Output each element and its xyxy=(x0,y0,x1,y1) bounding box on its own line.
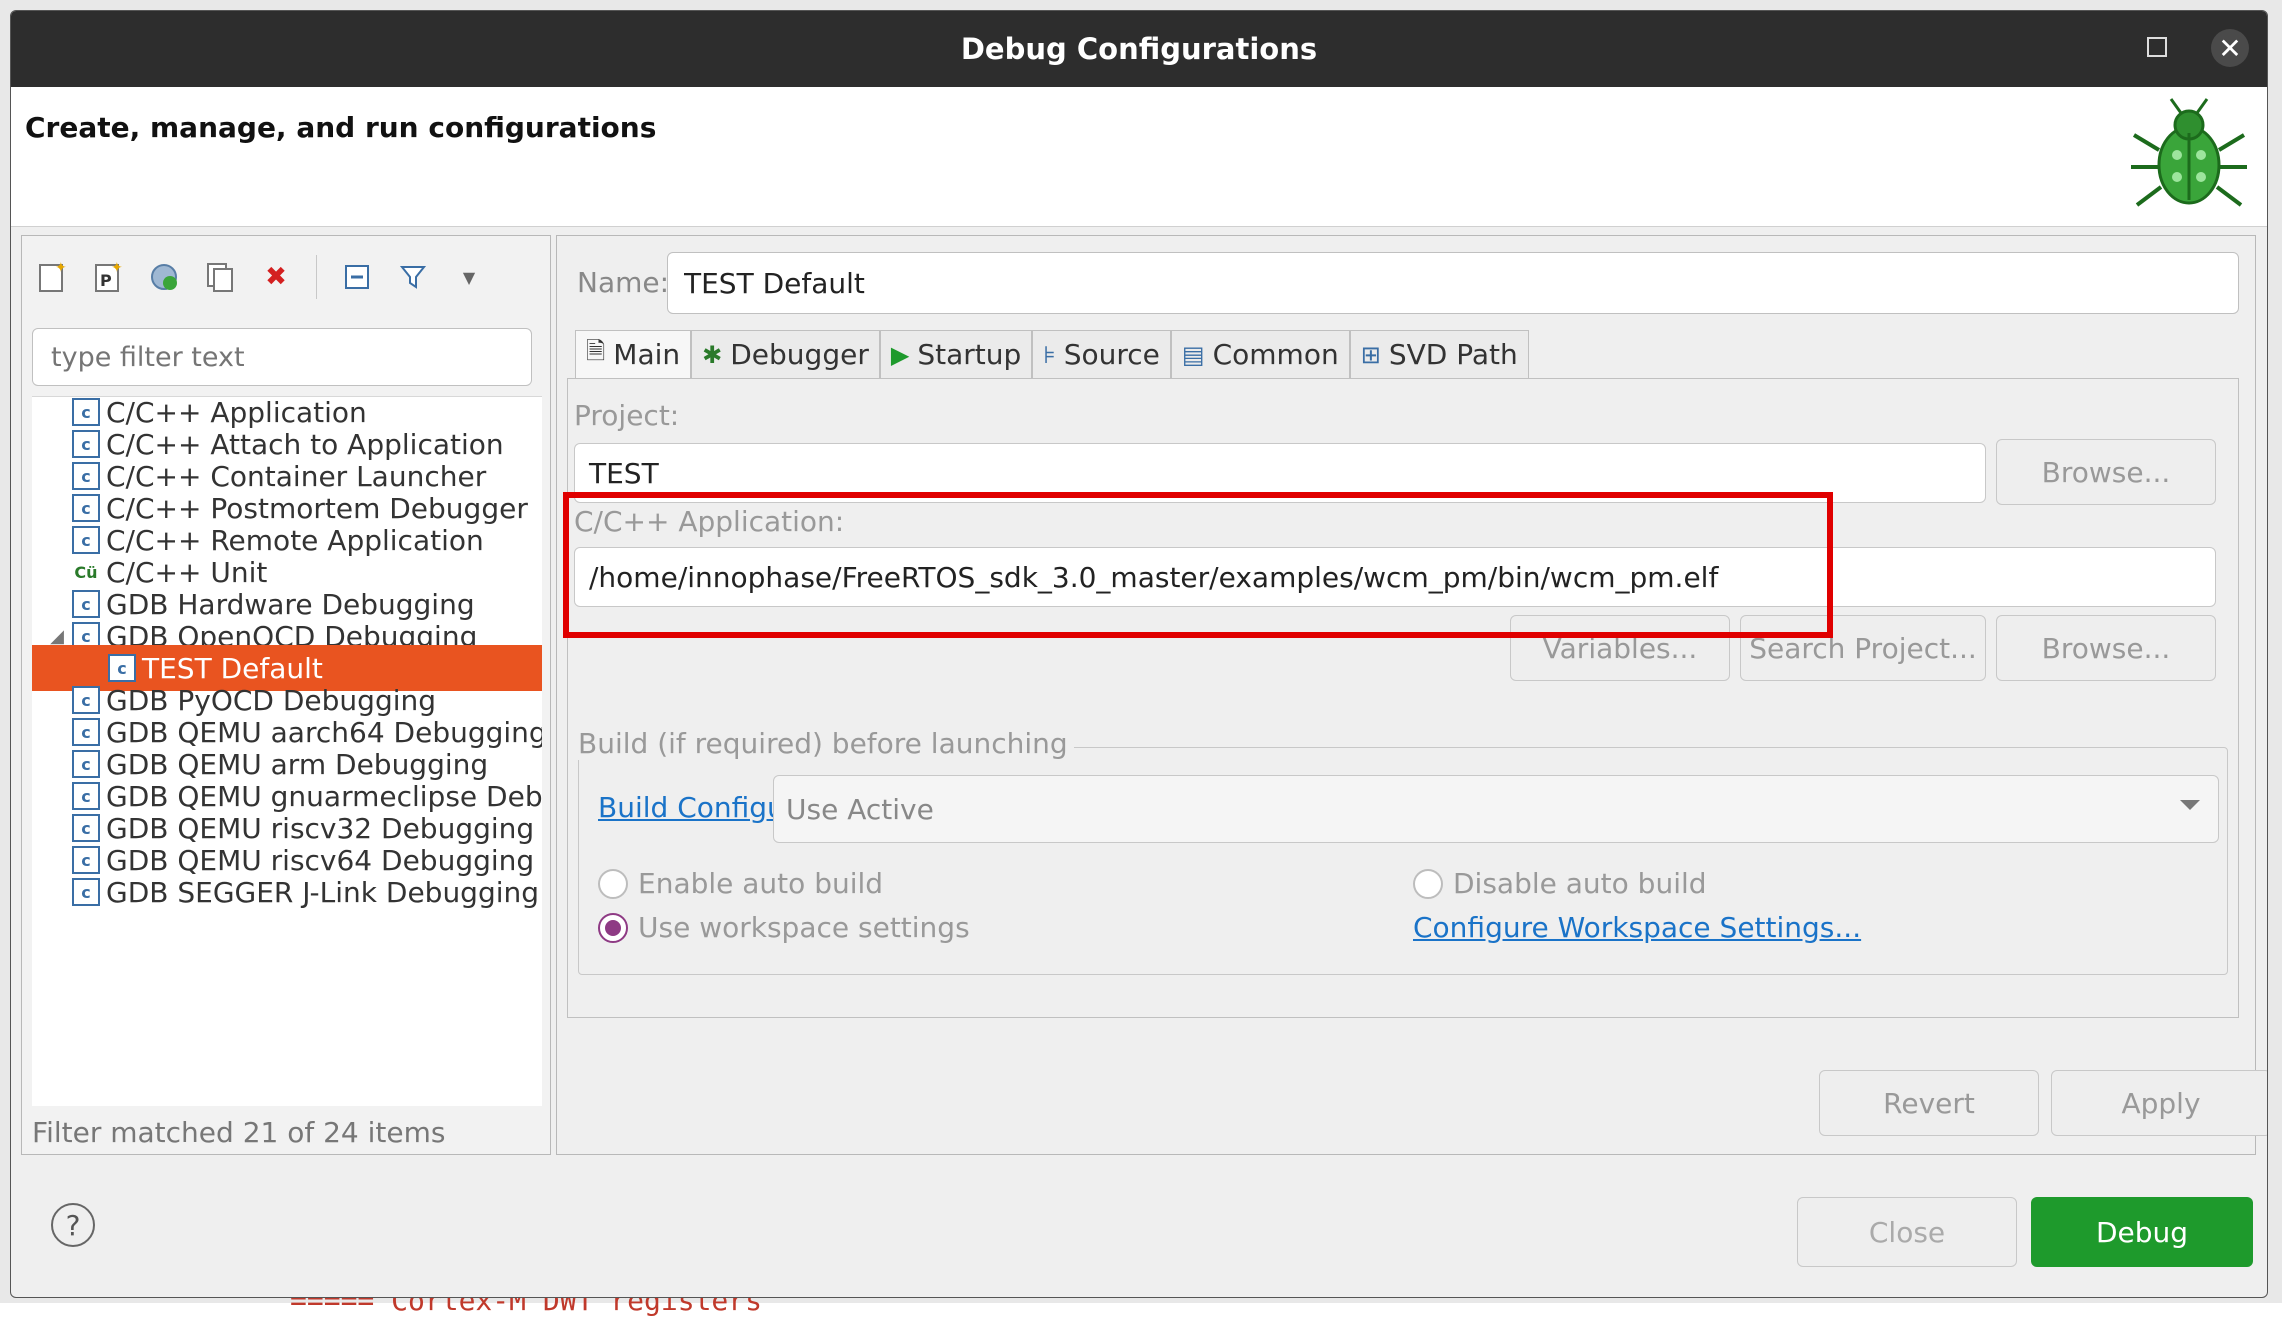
application-browse-button[interactable]: Browse... xyxy=(1996,615,2216,681)
dialog-header: Create, manage, and run configurations xyxy=(11,87,2267,227)
radio-icon xyxy=(598,868,628,899)
config-tabs: 🗎 Main ✱ Debugger ▶ Startup ⊧ Source ▤ Common… xyxy=(575,330,1529,378)
tree-item-gdb-segger-jlink[interactable]: c GDB SEGGER J-Link Debugging xyxy=(32,869,542,915)
chevron-down-icon xyxy=(2180,800,2200,810)
close-button[interactable]: Close xyxy=(1797,1197,2017,1267)
tab-common[interactable]: ▤ Common xyxy=(1170,330,1350,378)
svg-text:✦: ✦ xyxy=(111,260,123,276)
window-title: Debug Configurations xyxy=(960,32,1318,66)
collapse-all-icon[interactable] xyxy=(337,257,377,297)
tab-svd-path[interactable]: ⊞ SVD Path xyxy=(1349,330,1529,378)
tab-debugger[interactable]: ✱ Debugger xyxy=(691,330,880,378)
filter-status: Filter matched 21 of 24 items xyxy=(32,1116,446,1149)
tab-main[interactable]: 🗎 Main xyxy=(575,330,692,378)
tab-source[interactable]: ⊧ Source xyxy=(1032,330,1171,378)
radio-selected-icon xyxy=(598,912,628,943)
play-icon: ▶ xyxy=(890,340,910,369)
configuration-tree: c C/C++ Application c C/C++ Attach to Appl… xyxy=(32,396,542,1106)
filter-dropdown-icon[interactable]: ▼ xyxy=(449,257,489,297)
chevron-down-icon[interactable]: ◢ xyxy=(42,626,72,647)
toolbar-separator xyxy=(316,255,317,299)
bug-icon: ✱ xyxy=(702,340,723,369)
use-workspace-settings-radio[interactable]: Use workspace settings xyxy=(598,911,970,944)
build-configuration-select[interactable]: Use Active xyxy=(773,775,2219,843)
file-icon: 🗎 xyxy=(586,337,606,365)
help-icon[interactable]: ? xyxy=(51,1203,95,1247)
project-label: Project: xyxy=(574,399,680,432)
revert-button[interactable]: Revert xyxy=(1819,1070,2039,1136)
c-config-icon: c xyxy=(72,878,100,906)
tab-startup[interactable]: ▶ Startup xyxy=(879,330,1033,378)
config-toolbar: ✦ P ✦ ✖ ▼ xyxy=(32,252,489,302)
svg-text:✦: ✦ xyxy=(55,260,67,276)
enable-auto-build-radio[interactable]: Enable auto build xyxy=(598,867,883,900)
project-field[interactable]: TEST xyxy=(574,443,1986,503)
configuration-list-panel: ✦ P✦ ✖ ▼ cC/C++ Application xyxy=(21,235,551,1155)
application-path-field[interactable]: /home/innophase/FreeRTOS_sdk_3.0_master/… xyxy=(574,547,2216,607)
titlebar: Debug Configurations ✕ xyxy=(11,11,2267,87)
main-tab-content: Project: TEST Browse... C/C++ Applicatio… xyxy=(567,378,2239,1018)
dialog-subtitle: Create, manage, and run configurations xyxy=(25,111,657,144)
close-icon[interactable]: ✕ xyxy=(2211,29,2249,67)
variables-button[interactable]: Variables... xyxy=(1510,615,1730,681)
filter-icon[interactable] xyxy=(393,257,433,297)
radio-icon xyxy=(1413,868,1443,899)
apply-button[interactable]: Apply xyxy=(2051,1070,2267,1136)
source-icon: ⊧ xyxy=(1043,340,1056,369)
duplicate-config-icon[interactable] xyxy=(200,257,240,297)
bug-logo-icon xyxy=(2131,98,2247,207)
delete-config-icon[interactable]: ✖ xyxy=(256,257,296,297)
name-label: Name: xyxy=(577,266,670,299)
debug-button[interactable]: Debug xyxy=(2031,1197,2253,1267)
application-label: C/C++ Application: xyxy=(574,505,845,538)
build-group-title: Build (if required) before launching xyxy=(578,727,1074,760)
search-project-button[interactable]: Search Project... xyxy=(1740,615,1986,681)
new-config-icon[interactable]: ✦ xyxy=(32,257,72,297)
configure-workspace-settings-link[interactable]: Configure Workspace Settings... xyxy=(1413,911,1861,944)
disable-auto-build-radio[interactable]: Disable auto build xyxy=(1413,867,1707,900)
hierarchy-icon: ⊞ xyxy=(1360,340,1381,369)
maximize-icon[interactable] xyxy=(2147,37,2167,57)
project-browse-button[interactable]: Browse... xyxy=(1996,439,2216,505)
filter-input[interactable] xyxy=(32,328,532,386)
export-config-icon[interactable] xyxy=(144,257,184,297)
table-icon: ▤ xyxy=(1181,340,1205,369)
build-configuration-value: Use Active xyxy=(786,792,934,826)
configuration-editor-panel: Name: 🗎Main ✱Debugger ▶Startup ⊧Source ▤… xyxy=(556,235,2267,1155)
name-input[interactable] xyxy=(667,252,2239,314)
debug-configurations-dialog: Debug Configurations ✕ Create, manage, a… xyxy=(10,10,2268,1298)
new-prototype-icon[interactable]: P ✦ xyxy=(88,257,128,297)
